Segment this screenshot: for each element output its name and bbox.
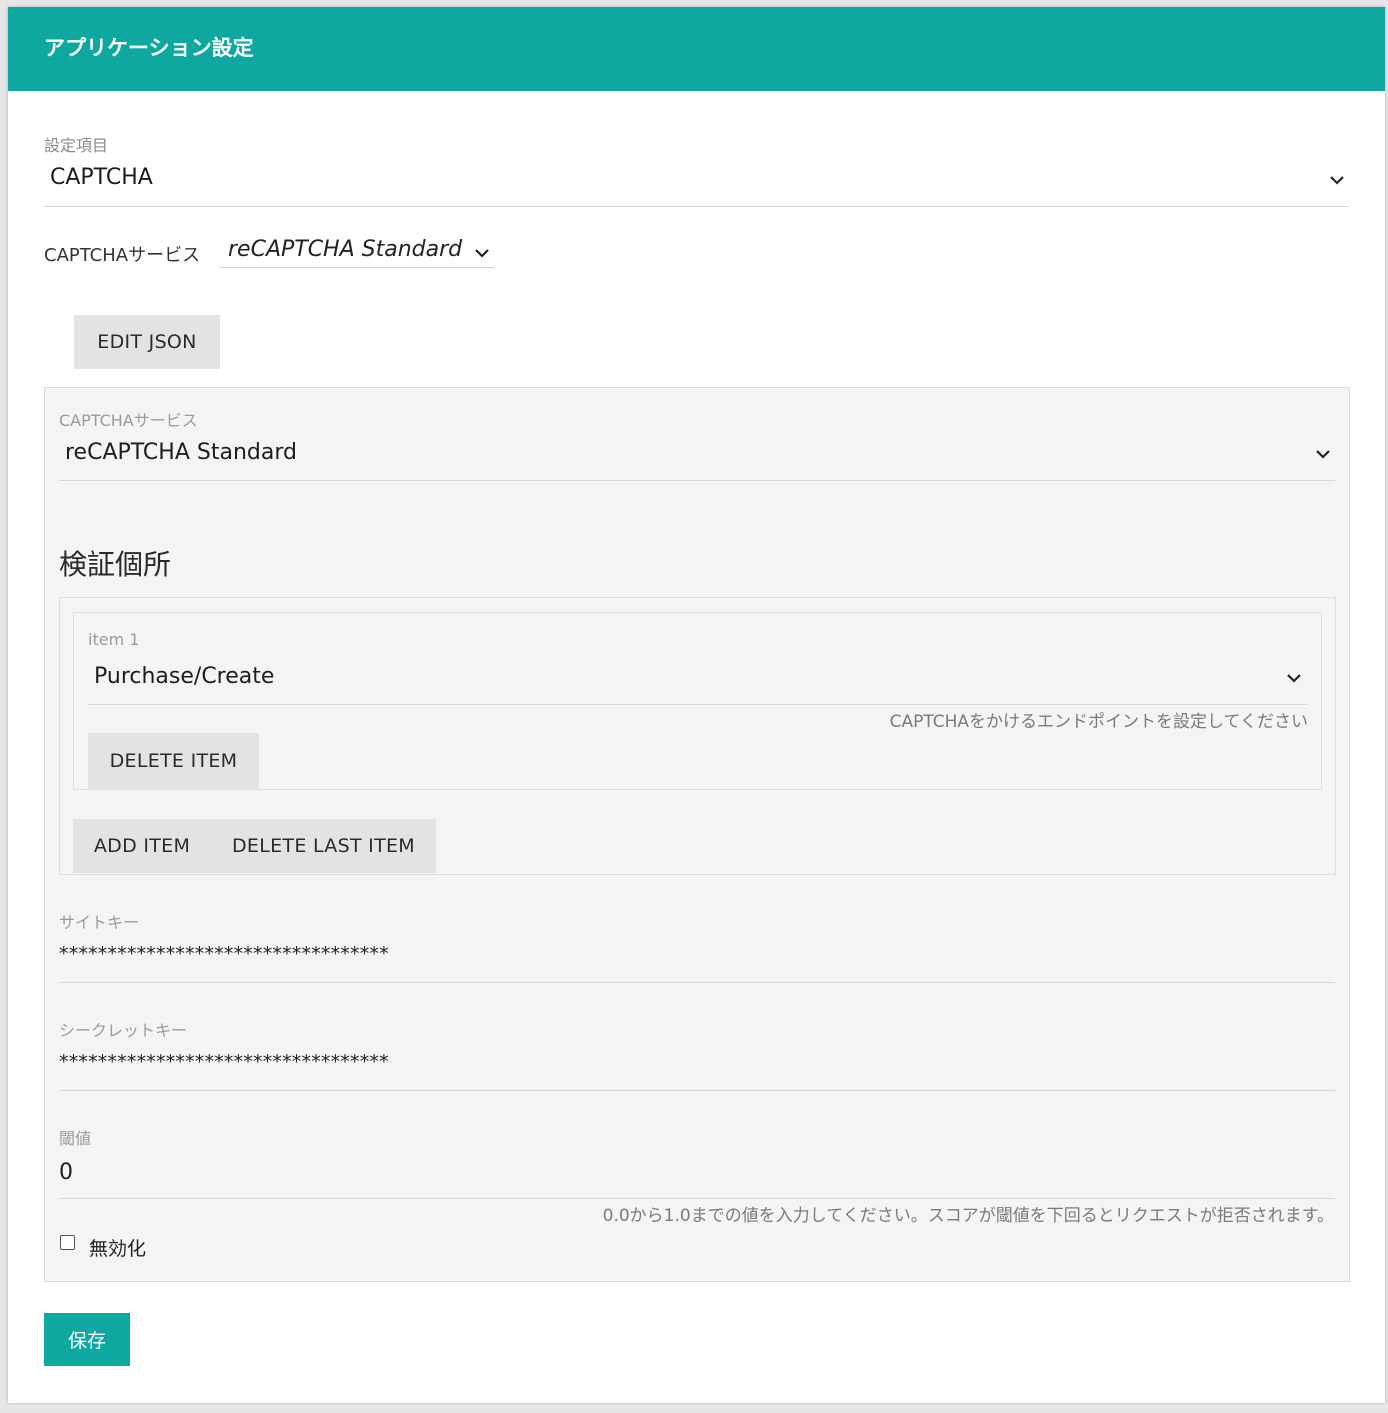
- item-label: item 1: [88, 630, 140, 649]
- site-key-underline: [59, 982, 1335, 983]
- captcha-service-label: CAPTCHAサービス: [59, 411, 198, 430]
- secret-key-input[interactable]: **********************************: [59, 1051, 389, 1073]
- site-key-input[interactable]: **********************************: [59, 943, 389, 965]
- verification-title: 検証個所: [59, 548, 172, 581]
- secret-key-label: シークレットキー: [59, 1021, 188, 1040]
- chevron-down-icon[interactable]: [1285, 672, 1303, 684]
- threshold-label: 閾値: [59, 1129, 92, 1148]
- form-panel: CAPTCHAサービス reCAPTCHA Standard 検証個所 item…: [44, 387, 1350, 1282]
- threshold-help-text: 0.0から1.0までの値を入力してください。スコアが閾値を下回るとリクエストが拒…: [602, 1206, 1334, 1226]
- captcha-service-value[interactable]: reCAPTCHA Standard: [65, 440, 297, 465]
- disable-checkbox[interactable]: [60, 1235, 75, 1250]
- site-key-label: サイトキー: [59, 913, 140, 932]
- header-bar: アプリケーション設定: [8, 7, 1385, 91]
- setting-select-underline: [44, 206, 1349, 207]
- item-underline: [88, 704, 1307, 705]
- delete-last-item-button[interactable]: DELETE LAST ITEM: [211, 819, 436, 873]
- verification-item: item 1 Purchase/Create CAPTCHAをかけるエンドポイン…: [73, 612, 1322, 790]
- save-button[interactable]: 保存: [44, 1313, 130, 1366]
- captcha-service-underline: [59, 480, 1335, 481]
- disable-label: 無効化: [89, 1238, 147, 1260]
- captcha-service-inline-underline: [219, 267, 494, 268]
- chevron-down-icon[interactable]: [1314, 448, 1332, 460]
- page-title: アプリケーション設定: [44, 36, 254, 60]
- chevron-down-icon[interactable]: [1328, 174, 1346, 186]
- add-item-button[interactable]: ADD ITEM: [73, 819, 211, 873]
- secret-key-underline: [59, 1090, 1335, 1091]
- settings-card: アプリケーション設定 設定項目 CAPTCHA CAPTCHAサービス reCA…: [8, 7, 1385, 1403]
- chevron-down-icon[interactable]: [473, 247, 491, 259]
- setting-select-value[interactable]: CAPTCHA: [50, 165, 153, 190]
- captcha-service-inline-label: CAPTCHAサービス: [44, 245, 201, 266]
- threshold-underline: [59, 1198, 1335, 1199]
- item-value[interactable]: Purchase/Create: [94, 664, 274, 689]
- captcha-service-inline-value[interactable]: reCAPTCHA Standard: [228, 237, 462, 262]
- threshold-input[interactable]: 0: [59, 1160, 73, 1185]
- edit-json-button[interactable]: EDIT JSON: [74, 315, 220, 369]
- verification-section: item 1 Purchase/Create CAPTCHAをかけるエンドポイン…: [59, 597, 1336, 875]
- item-help-text: CAPTCHAをかけるエンドポイントを設定してください: [889, 712, 1308, 732]
- delete-item-button[interactable]: DELETE ITEM: [88, 733, 259, 789]
- setting-select-label: 設定項目: [44, 136, 109, 155]
